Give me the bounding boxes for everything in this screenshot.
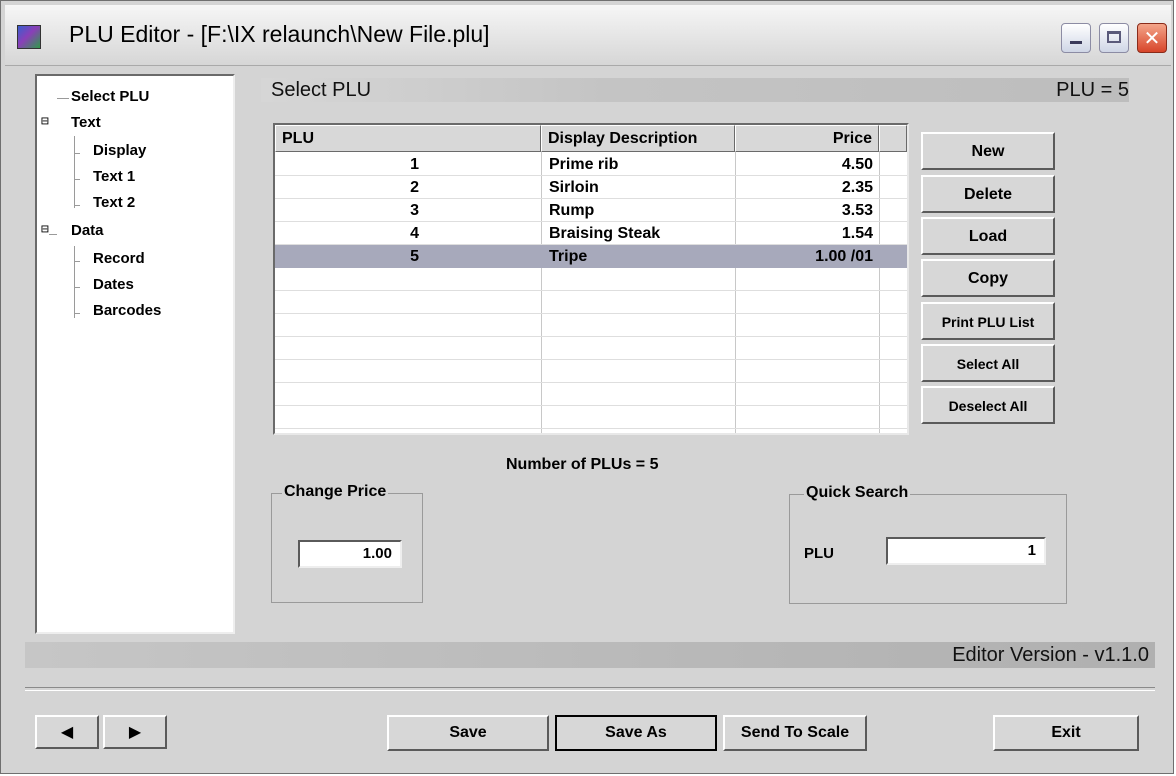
- plu-editor-window: PLU Editor - [F:\IX relaunch\New File.pl…: [0, 0, 1174, 774]
- status-bar: Editor Version - v1.1.0: [25, 642, 1155, 668]
- editor-version: Editor Version - v1.1.0: [952, 644, 1149, 666]
- send-to-scale-button[interactable]: Send To Scale: [723, 715, 867, 751]
- load-button[interactable]: Load: [921, 217, 1055, 255]
- quick-search-title: Quick Search: [804, 484, 911, 502]
- next-button[interactable]: ▶: [103, 715, 167, 749]
- cell-description: Braising Steak: [549, 225, 661, 242]
- change-price-input[interactable]: 1.00: [298, 540, 402, 568]
- print-plu-list-button[interactable]: Print PLU List: [921, 302, 1055, 340]
- column-header-description[interactable]: Display Description: [541, 125, 735, 152]
- delete-button[interactable]: Delete: [921, 175, 1055, 213]
- section-header: Select PLU PLU = 5: [261, 78, 1129, 102]
- divider: [25, 687, 1155, 691]
- app-icon: [17, 25, 41, 49]
- cell-price: 1.00 /01: [815, 248, 873, 265]
- quick-search-group: Quick Search PLU 1: [789, 484, 1067, 604]
- maximize-icon[interactable]: [1099, 23, 1129, 53]
- save-as-button[interactable]: Save As: [555, 715, 717, 751]
- cell-plu: 2: [410, 179, 419, 196]
- deselect-all-button[interactable]: Deselect All: [921, 386, 1055, 424]
- title-bar: PLU Editor - [F:\IX relaunch\New File.pl…: [5, 5, 1171, 66]
- plu-indicator: PLU = 5: [1056, 79, 1129, 101]
- cell-price: 4.50: [841, 156, 873, 173]
- close-icon[interactable]: ✕: [1137, 23, 1167, 53]
- tree-item-barcodes[interactable]: Barcodes: [93, 302, 161, 319]
- tree-item-text[interactable]: Text: [71, 114, 101, 131]
- table-header: PLU Display Description Price: [275, 125, 907, 152]
- cell-price: 1.54: [841, 225, 873, 242]
- column-header-price[interactable]: Price: [735, 125, 879, 152]
- cell-price: 3.53: [841, 202, 873, 219]
- tree-item-select-plu[interactable]: Select PLU: [71, 88, 149, 105]
- cell-plu: 1: [410, 156, 419, 173]
- tree-item-data[interactable]: Data: [71, 222, 104, 239]
- cell-description: Prime rib: [549, 156, 619, 173]
- change-price-title: Change Price: [282, 483, 389, 501]
- cell-plu: 5: [410, 248, 419, 265]
- cell-description: Rump: [549, 202, 595, 219]
- select-all-button[interactable]: Select All: [921, 344, 1055, 382]
- tree-item-record[interactable]: Record: [93, 250, 145, 267]
- quick-search-input[interactable]: 1: [886, 537, 1046, 565]
- tree-item-dates[interactable]: Dates: [93, 276, 134, 293]
- collapse-icon[interactable]: ⊟: [41, 222, 49, 237]
- previous-button[interactable]: ◀: [35, 715, 99, 749]
- cell-description: Tripe: [549, 248, 588, 265]
- minimize-icon[interactable]: [1061, 23, 1091, 53]
- window-title: PLU Editor - [F:\IX relaunch\New File.pl…: [69, 21, 490, 47]
- tree-item-display[interactable]: Display: [93, 142, 146, 159]
- table-row[interactable]: 1 Prime rib 4.50: [275, 153, 907, 176]
- table-row[interactable]: 3 Rump 3.53: [275, 199, 907, 222]
- section-title: Select PLU: [271, 79, 372, 101]
- tree-item-text-2[interactable]: Text 2: [93, 194, 135, 211]
- quick-search-label: PLU: [804, 545, 834, 562]
- table-row[interactable]: 4 Braising Steak 1.54: [275, 222, 907, 245]
- column-header-plu[interactable]: PLU: [275, 125, 541, 152]
- change-price-group: Change Price 1.00: [271, 483, 423, 603]
- cell-price: 2.35: [841, 179, 873, 196]
- table-row[interactable]: 2 Sirloin 2.35: [275, 176, 907, 199]
- cell-description: Sirloin: [549, 179, 599, 196]
- copy-button[interactable]: Copy: [921, 259, 1055, 297]
- new-button[interactable]: New: [921, 132, 1055, 170]
- tree-item-text-1[interactable]: Text 1: [93, 168, 135, 185]
- save-button[interactable]: Save: [387, 715, 549, 751]
- cell-plu: 3: [410, 202, 419, 219]
- column-header-filler: [879, 125, 907, 152]
- table-row-selected[interactable]: 5 Tripe 1.00 /01: [275, 245, 907, 268]
- plu-count: Number of PLUs = 5: [506, 456, 659, 473]
- cell-plu: 4: [410, 225, 419, 242]
- navigation-tree: Select PLU ⊟ Text Display Text 1 Text 2 …: [35, 74, 235, 634]
- collapse-icon[interactable]: ⊟: [41, 114, 49, 129]
- exit-button[interactable]: Exit: [993, 715, 1139, 751]
- plu-table: PLU Display Description Price 1 Prime ri…: [273, 123, 909, 435]
